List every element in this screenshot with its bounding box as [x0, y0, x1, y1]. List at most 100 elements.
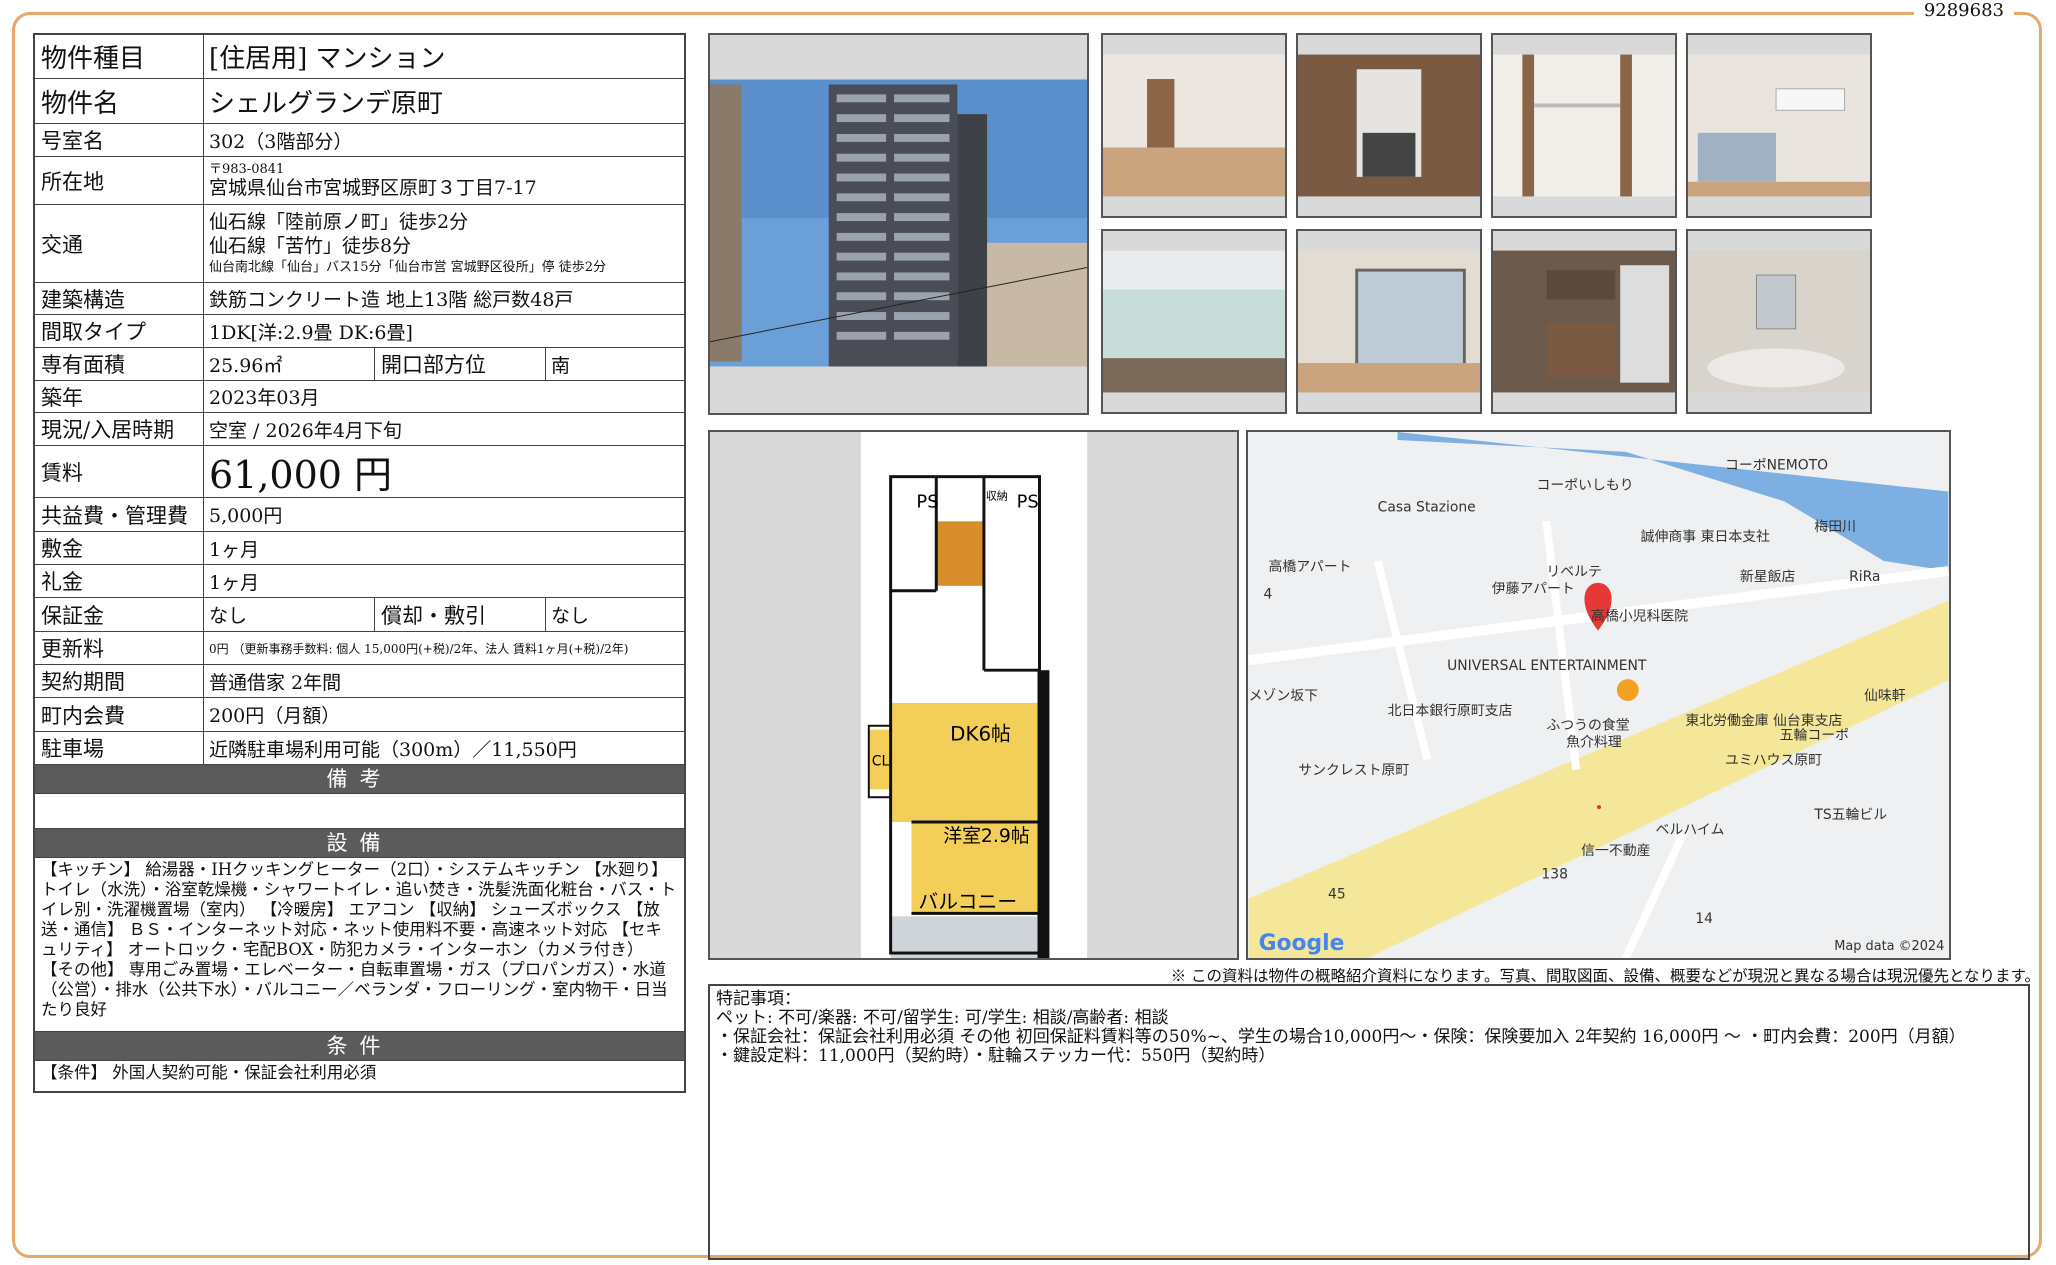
map-label: UNIVERSAL ENTERTAINMENT [1447, 658, 1647, 674]
value-structure: 鉄筋コンクリート造 地上13階 総戸数48戸 [209, 289, 574, 311]
value-guarantee: なし [204, 598, 375, 631]
map-label: リベルテ [1546, 564, 1602, 580]
interior-photo-6[interactable] [1296, 229, 1482, 414]
document-id: 9289683 [1913, 0, 2014, 21]
label-key-money: 礼金 [35, 565, 204, 597]
label-name: 物件名 [35, 79, 204, 123]
value-deposit: 1ヶ月 [209, 538, 260, 561]
map-drawing: Google Map data ©2024 コーポNEMOTO コーポいしもり Ca… [1248, 432, 1949, 958]
building-illustration [710, 35, 1087, 413]
map-label: TS五輪ビル [1813, 806, 1887, 823]
building-exterior-photo[interactable] [708, 33, 1089, 415]
map-label: 45 [1328, 886, 1346, 902]
interior-photo-4[interactable] [1686, 33, 1872, 218]
map-label: コーポNEMOTO [1725, 458, 1828, 474]
map-label: 138 [1541, 867, 1567, 883]
label-guarantee: 保証金 [35, 598, 204, 631]
map-label: 誠伸商事 東日本支社 [1641, 529, 1770, 545]
room-illustration-3 [1493, 35, 1675, 216]
map-label: 魚介料理 [1566, 735, 1622, 751]
interior-photo-8[interactable] [1686, 229, 1872, 414]
plan-label-dk: DK6帖 [950, 723, 1011, 746]
equipment-text: 【キッチン】 給湯器・IHクッキングヒーター（2口）・システムキッチン 【水廻り… [35, 858, 684, 1032]
postal-code: 〒983-0841 [209, 162, 285, 177]
row-rent: 賃料 61,000 円 [35, 446, 684, 498]
map-label: メゾン坂下 [1249, 688, 1319, 704]
interior-photo-5[interactable] [1101, 229, 1287, 414]
row-structure: 建築構造 鉄筋コンクリート造 地上13階 総戸数48戸 [35, 283, 684, 315]
row-type: 物件種目 [住居用] マンション [35, 35, 684, 79]
map-label: コーポいしもり [1536, 478, 1633, 494]
row-area: 専有面積 25.96㎡ 開口部方位 南 [35, 348, 684, 381]
plan-label-closet: CL [872, 753, 890, 769]
interior-photo-3[interactable] [1491, 33, 1677, 218]
location-map[interactable]: Google Map data ©2024 コーポNEMOTO コーポいしもり Ca… [1246, 430, 1951, 960]
value-parking: 近隣駐車場利用可能（300m）／11,550円 [209, 738, 577, 761]
interior-photo-7[interactable] [1491, 229, 1677, 414]
label-deposit: 敷金 [35, 532, 204, 564]
value-direction: 南 [551, 354, 571, 377]
value-access: 仙石線「陸前原ノ町」徒歩2分 仙石線「苦竹」徒歩8分 仙台南北線「仙台」バス15… [204, 205, 684, 282]
room-illustration-6 [1298, 231, 1480, 412]
map-logo: Google [1259, 931, 1345, 956]
room-illustration-1 [1103, 35, 1285, 216]
access-line-1: 仙石線「陸前原ノ町」徒歩2分 [209, 210, 469, 233]
value-amortization: なし [551, 605, 590, 627]
map-label: 信一不動産 [1581, 843, 1650, 859]
row-fee: 共益費・管理費 5,000円 [35, 498, 684, 532]
room-illustration-8 [1688, 231, 1870, 412]
row-layout: 間取タイプ 1DK[洋:2.9畳 DK:6畳] [35, 315, 684, 348]
value-renewal: 0円 （更新事務手数料: 個人 15,000円(+税)/2年、法人 賃料1ヶ月(… [209, 641, 629, 656]
map-label: 4 [1264, 587, 1273, 603]
label-type: 物件種目 [35, 35, 204, 78]
room-illustration-7 [1493, 231, 1675, 412]
label-room: 号室名 [35, 124, 204, 156]
label-address: 所在地 [35, 157, 204, 204]
plan-label-western-room: 洋室2.9帖 [943, 825, 1030, 847]
interior-photo-2[interactable] [1296, 33, 1482, 218]
row-parking: 駐車場 近隣駐車場利用可能（300m）／11,550円 [35, 732, 684, 765]
interior-photo-1[interactable] [1101, 33, 1287, 218]
map-label: 新星飯店 [1740, 569, 1796, 585]
map-label: ベルハイム [1656, 822, 1725, 838]
map-label: 14 [1695, 911, 1713, 927]
value-contract: 普通借家 2年間 [209, 671, 342, 694]
access-line-2: 仙石線「苦竹」徒歩8分 [209, 234, 412, 257]
value-address: 〒983-0841 宮城県仙台市宮城野区原町３丁目7-17 [204, 157, 684, 204]
label-status: 現況/入居時期 [35, 413, 204, 445]
notes-line-3: ・鍵設定料：11,000円（契約時）・駐輪ステッカー代：550円（契約時） [716, 1046, 1276, 1066]
map-label: 北日本銀行原町支店 [1388, 703, 1513, 719]
room-illustration-4 [1688, 35, 1870, 216]
label-town-fee: 町内会費 [35, 698, 204, 731]
map-copyright: Map data ©2024 [1834, 939, 1944, 954]
notes-line-1: ペット: 不可/楽器: 不可/留学生: 可/学生: 相談/高齢者: 相談 [716, 1008, 1169, 1028]
row-guarantee: 保証金 なし 償却・敷引 なし [35, 598, 684, 632]
label-direction: 開口部方位 [375, 348, 546, 380]
plan-label-storage: 収納 [986, 489, 1008, 502]
row-deposit: 敷金 1ヶ月 [35, 532, 684, 565]
map-label: 伊藤アパート [1492, 581, 1575, 597]
label-amortization: 償却・敷引 [375, 598, 546, 631]
map-label: 高橋小児科医院 [1591, 608, 1688, 625]
room-illustration-2 [1298, 35, 1480, 216]
disclaimer: ※ この資料は物件の概略紹介資料になります。写真、間取図面、設備、概要などが現況… [1170, 967, 2040, 985]
map-label: 東北労働金庫 仙台東支店 [1685, 713, 1842, 729]
plan-label-ps-1: PS [916, 491, 938, 512]
row-key-money: 礼金 1ヶ月 [35, 565, 684, 598]
value-built: 2023年03月 [209, 387, 320, 409]
value-fee: 5,000円 [209, 505, 283, 527]
row-contract: 契約期間 普通借家 2年間 [35, 665, 684, 698]
conditions-text: 【条件】 外国人契約可能・保証会社利用必須 [41, 1063, 377, 1082]
row-name: 物件名 シェルグランデ原町 [35, 79, 684, 124]
floor-plan-panel[interactable]: PS PS 収納 DK6帖 洋室2.9帖 バルコニー CL [708, 430, 1239, 960]
label-parking: 駐車場 [35, 732, 204, 764]
remarks-header: 備考 [35, 765, 684, 794]
row-access: 交通 仙石線「陸前原ノ町」徒歩2分 仙石線「苦竹」徒歩8分 仙台南北線「仙台」バ… [35, 205, 684, 283]
value-key-money: 1ヶ月 [209, 571, 260, 594]
remarks-body [35, 794, 684, 829]
address-text: 宮城県仙台市宮城野区原町３丁目7-17 [209, 177, 537, 199]
label-access: 交通 [35, 205, 204, 282]
label-structure: 建築構造 [35, 283, 204, 314]
value-status: 空室 / 2026年4月下旬 [209, 419, 402, 442]
row-status: 現況/入居時期 空室 / 2026年4月下旬 [35, 413, 684, 446]
